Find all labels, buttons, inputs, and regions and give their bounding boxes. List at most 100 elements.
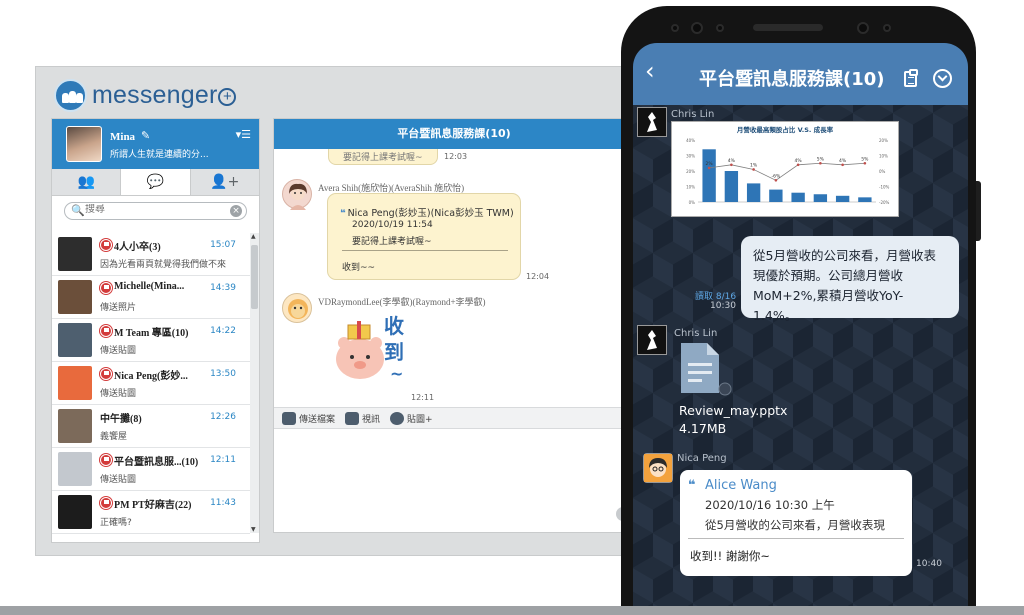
svg-text:~: ~: [390, 364, 403, 383]
conversation-item[interactable]: PM PT好麻吉(22) 11:43 正確嗎?: [52, 491, 250, 534]
chat-messages: 要記得上課考試喔~ 12:03 Avera Shih(施欣怡)(AveraShi…: [274, 149, 634, 407]
conversation-time: 15:07: [210, 240, 236, 250]
conversation-avatar: [58, 495, 92, 529]
sender-avatar[interactable]: [637, 107, 667, 137]
chart-right-tick: 20%: [879, 138, 888, 143]
conversation-item[interactable]: 4人小卒(3) 15:07 因為光看兩頁就覺得我們做不來: [52, 233, 250, 276]
scroll-up-icon[interactable]: ▲: [251, 233, 256, 240]
svg-text:到: 到: [384, 340, 404, 364]
phone-sensor: [716, 24, 724, 32]
sticker-text: 收: [384, 314, 404, 338]
contacts-icon: 👥: [77, 174, 95, 190]
conversation-time: 14:22: [210, 326, 236, 336]
conversation-scrollbar[interactable]: ▲ ▼: [250, 233, 259, 533]
file-attachment-icon[interactable]: [679, 341, 732, 396]
conversation-title: M Team 專區(10): [114, 328, 189, 339]
tab-add-contact[interactable]: 👤+: [191, 169, 259, 195]
conversation-item[interactable]: 中午攤(8) 12:26 義饗屋: [52, 405, 250, 448]
sidebar: Mina ✎ 所謂人生就是連續的分... ▾☰ 👥 💬 👤+ 🔍 × 4人小卒(…: [51, 118, 260, 543]
incoming-quoted-bubble: ❝ Alice Wang 2020/10/16 10:30 上午 從5月營收的公…: [680, 470, 912, 576]
message-time: 12:04: [526, 272, 550, 281]
add-contact-icon: 👤+: [210, 174, 240, 190]
sticker-icon: [390, 411, 405, 425]
chart-bar: [724, 171, 739, 202]
quote-divider: [688, 538, 904, 539]
send-file-label: 傳送檔案: [299, 414, 336, 425]
chart-data-label: 5%: [861, 156, 869, 162]
scroll-down-icon[interactable]: ▼: [251, 526, 256, 533]
chart-data-label: 1%: [750, 162, 758, 168]
front-camera: [691, 22, 703, 34]
conversation-avatar: [58, 323, 92, 357]
conversation-time: 13:50: [210, 369, 236, 379]
sender-name: Nica Peng: [677, 453, 727, 464]
phone-chat-title: 平台暨訊息服務課(10): [699, 69, 885, 90]
conversation-avatar: [58, 237, 92, 271]
phone-side-button: [976, 181, 981, 241]
tab-chats[interactable]: 💬: [120, 169, 191, 195]
chart-bar: [791, 192, 805, 202]
tab-contacts[interactable]: 👥: [52, 169, 120, 195]
conversation-title: 4人小卒(3): [114, 242, 161, 253]
chart-point: [796, 163, 800, 167]
chart-point: [730, 163, 733, 167]
scrollbar-thumb[interactable]: [251, 245, 258, 309]
outgoing-message-bubble: 從5月營收的公司來看，月營收表現優於預期。公司總月營收MoM+2%,累積月營收Y…: [741, 236, 959, 323]
chart-right-tick: 0%: [879, 169, 886, 174]
chart-bar: [835, 195, 850, 202]
chart-data-label: 2%: [706, 161, 714, 167]
chart-point: [774, 179, 778, 182]
conversation-list: 4人小卒(3) 15:07 因為光看兩頁就覺得我們做不來 Michelle(Mina.…: [52, 233, 250, 534]
unread-flag-icon: [100, 239, 112, 251]
desktop-app-window: messenger + Mina ✎ 所謂人生就是連續的分... ▾☰ 👥 💬 👤…: [35, 66, 635, 556]
logo-text: messenger +: [92, 81, 237, 110]
video-call-button[interactable]: 視訊: [345, 411, 381, 425]
search-icon: 🔍: [71, 204, 85, 217]
front-camera: [857, 22, 869, 34]
conversation-preview: 傳送貼圖: [100, 475, 137, 485]
chart-point: [863, 161, 867, 165]
chat-toolbar: 傳送檔案 視訊 貼圖+: [274, 407, 634, 429]
notes-icon[interactable]: [904, 69, 918, 87]
edit-pencil-icon[interactable]: ✎: [141, 129, 150, 142]
sender-name: Chris Lin: [671, 109, 715, 120]
conversation-title: PM PT好麻吉(22): [114, 500, 192, 511]
send-file-icon: [282, 411, 296, 425]
sender-avatar[interactable]: [643, 453, 673, 483]
app-logo: messenger +: [54, 79, 237, 112]
chart-image[interactable]: 月營收最高類股占比 V.S. 成長率 40% 30% 20% 10% 0% 20% 10% 0%…: [671, 121, 899, 217]
quote-text: 要記得上課考試喔~: [352, 237, 432, 247]
chat-icon: 💬: [146, 174, 165, 190]
phone-device: ‹ 平台暨訊息服務課(10) Chris Lin 月營收最高類股占比 V.S. …: [621, 6, 981, 615]
conversation-preview: 正確嗎?: [100, 518, 132, 528]
menu-icon[interactable]: ▾☰: [236, 128, 251, 141]
quote-header: ❝ Nica Peng(彭妙玉)(Nica彭妙玉 TWM): [340, 205, 514, 219]
back-icon[interactable]: ‹: [645, 59, 655, 83]
message-time: 12:11: [411, 393, 435, 402]
conversation-item[interactable]: 平台暨訊息服...(10) 12:11 傳送貼圖: [52, 448, 250, 491]
reply-text: 收到!! 謝謝你~: [690, 549, 771, 563]
conversation-avatar: [58, 452, 92, 486]
quote-author: Alice Wang: [705, 478, 777, 493]
sender-avatar[interactable]: [282, 293, 312, 323]
quote-divider: [342, 250, 508, 251]
conversation-item[interactable]: Nica Peng(彭妙... 13:50 傳送貼圖: [52, 362, 250, 405]
conversation-title: Nica Peng(彭妙...: [114, 371, 188, 382]
sender-avatar[interactable]: [637, 325, 667, 355]
profile-name: Mina: [110, 131, 136, 143]
sticker-button[interactable]: 貼圖+: [390, 411, 433, 425]
sender-avatar[interactable]: [282, 179, 312, 210]
conversation-item[interactable]: Michelle(Mina... 14:39 傳送照片: [52, 276, 250, 319]
profile-avatar[interactable]: [66, 126, 102, 162]
message-bubble: 要記得上課考試喔~: [328, 149, 438, 165]
video-icon: [345, 411, 360, 425]
video-call-label: 視訊: [362, 414, 381, 425]
conversation-time: 11:43: [210, 498, 236, 508]
chart-bar: [769, 189, 783, 202]
search-input[interactable]: [85, 204, 225, 215]
send-file-button[interactable]: 傳送檔案: [282, 411, 336, 425]
chart-point: [752, 168, 755, 171]
chevron-down-icon[interactable]: [933, 69, 952, 88]
clear-search-icon[interactable]: ×: [230, 205, 242, 217]
conversation-item[interactable]: M Team 專區(10) 14:22 傳送貼圖: [52, 319, 250, 362]
